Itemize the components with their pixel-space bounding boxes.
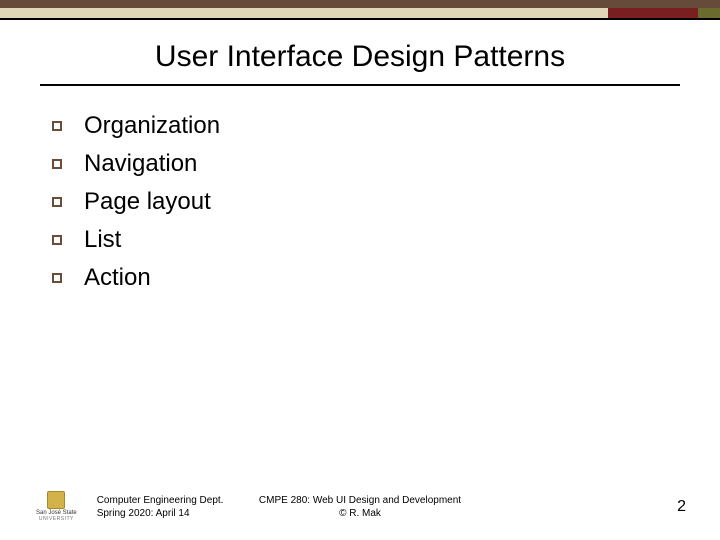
footer-term: Spring 2020: April 14: [97, 507, 224, 520]
footer-left: Computer Engineering Dept. Spring 2020: …: [97, 494, 224, 520]
footer: San José State UNIVERSITY Computer Engin…: [0, 491, 720, 522]
accent-row: [0, 8, 720, 20]
list-item-label: Organization: [84, 112, 220, 140]
list-item-label: Navigation: [84, 150, 197, 178]
slide-title: User Interface Design Patterns: [40, 40, 680, 86]
bullet-list: Organization Navigation Page layout List…: [52, 112, 720, 292]
page-number: 2: [677, 498, 686, 516]
square-bullet-icon: [52, 121, 62, 131]
list-item-label: List: [84, 226, 121, 254]
accent-maroon: [608, 8, 698, 18]
footer-copyright: © R. Mak: [259, 507, 461, 520]
list-item: List: [52, 226, 720, 254]
accent-beige: [0, 8, 608, 18]
list-item: Page layout: [52, 188, 720, 216]
accent-olive: [698, 8, 720, 18]
footer-dept: Computer Engineering Dept.: [97, 494, 224, 507]
list-item: Action: [52, 264, 720, 292]
square-bullet-icon: [52, 159, 62, 169]
square-bullet-icon: [52, 235, 62, 245]
square-bullet-icon: [52, 273, 62, 283]
list-item-label: Action: [84, 264, 151, 292]
footer-course: CMPE 280: Web UI Design and Development: [259, 494, 461, 507]
square-bullet-icon: [52, 197, 62, 207]
university-logo: San José State UNIVERSITY: [36, 491, 77, 522]
list-item-label: Page layout: [84, 188, 211, 216]
list-item: Organization: [52, 112, 720, 140]
footer-center: CMPE 280: Web UI Design and Development …: [259, 494, 461, 520]
list-item: Navigation: [52, 150, 720, 178]
tower-icon: [47, 491, 65, 509]
logo-subtitle: UNIVERSITY: [39, 516, 74, 522]
top-brown-bar: [0, 0, 720, 8]
